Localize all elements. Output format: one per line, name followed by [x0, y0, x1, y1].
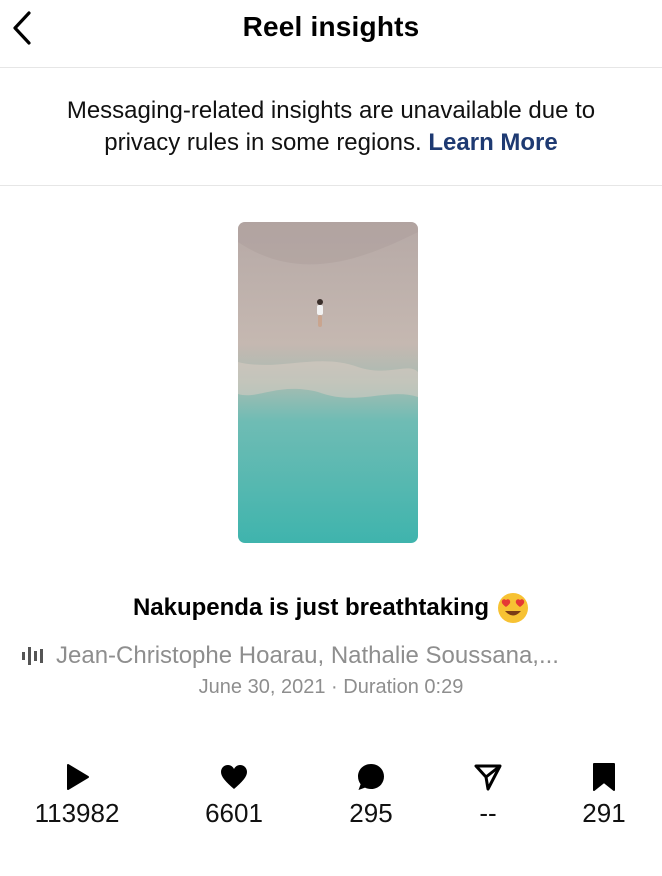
- heart-eyes-emoji-icon: [498, 593, 529, 623]
- shares-count: --: [479, 798, 497, 828]
- reel-caption: Nakupenda is just breathtaking: [0, 592, 662, 624]
- audio-artists: Jean-Christophe Hoarau, Nathalie Soussan…: [56, 642, 559, 669]
- post-date: June 30, 2021: [198, 676, 326, 698]
- stat-saves: 291: [544, 760, 662, 829]
- stat-shares: --: [428, 760, 548, 829]
- stat-plays: 113982: [17, 760, 137, 829]
- audio-track[interactable]: Jean-Christophe Hoarau, Nathalie Soussan…: [20, 640, 650, 672]
- heart-icon: [221, 765, 247, 789]
- bookmark-icon: [593, 763, 615, 791]
- header-bar: Reel insights: [0, 0, 662, 68]
- caption-text: Nakupenda is just breathtaking: [132, 594, 490, 621]
- saves-count: 291: [582, 798, 626, 828]
- stat-comments: 295: [311, 760, 431, 829]
- privacy-notice: Messaging-related insights are unavailab…: [0, 69, 662, 186]
- play-icon: [67, 764, 89, 790]
- plays-count: 113982: [34, 798, 120, 828]
- audio-wave-icon: [22, 647, 43, 665]
- share-icon: [474, 764, 502, 791]
- reel-thumbnail[interactable]: [238, 222, 418, 543]
- comment-icon: [358, 764, 384, 790]
- reel-date-duration: June 30, 2021 · Duration 0:29: [0, 676, 662, 699]
- beach-thumbnail-image: [238, 222, 418, 543]
- learn-more-link[interactable]: Learn More: [428, 129, 557, 156]
- stat-likes: 6601: [174, 760, 294, 829]
- separator-dot: ·: [331, 676, 338, 698]
- comments-count: 295: [349, 798, 393, 828]
- reel-duration: Duration 0:29: [343, 676, 464, 698]
- page-title: Reel insights: [242, 11, 420, 42]
- stats-row: 113982 6601 295 -- 291: [0, 760, 662, 840]
- likes-count: 6601: [205, 798, 263, 828]
